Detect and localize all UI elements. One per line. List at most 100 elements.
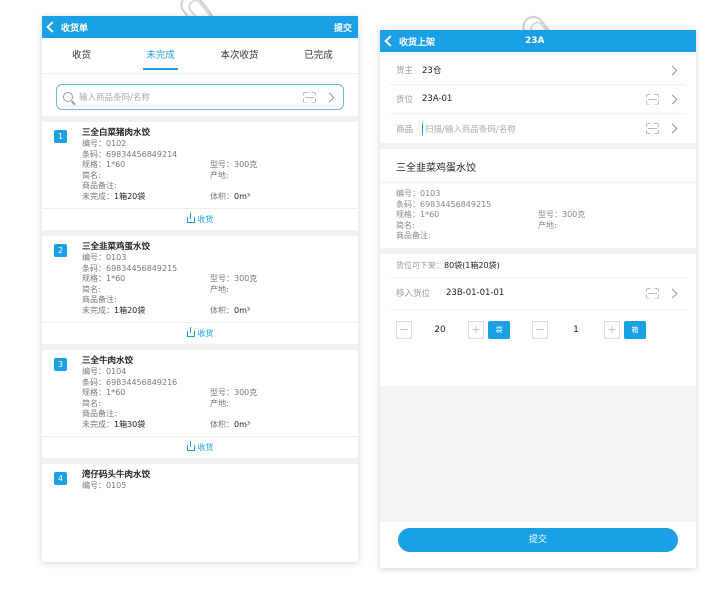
- move-location-label: 移入货位: [396, 289, 431, 299]
- empty-area: [380, 386, 696, 522]
- item-volume-value: 0m³: [234, 419, 251, 429]
- item-short-name: 简名:: [82, 398, 101, 408]
- owner-row[interactable]: 货主 23仓: [390, 56, 686, 85]
- item-barcode: 条码：69834456849215: [82, 263, 178, 273]
- item-name: 湾仔码头牛肉水饺: [82, 470, 151, 480]
- list-item[interactable]: 2 三全韭菜鸡蛋水饺 编号：0103 条码：69834456849215 规格：…: [42, 230, 358, 344]
- item-volume-label: 体积：: [210, 305, 234, 315]
- item-number-badge: 4: [54, 472, 67, 485]
- item-pending-label: 未完成：: [82, 191, 114, 201]
- item-origin: 产地:: [210, 170, 229, 180]
- tab-current-receipt[interactable]: 本次收货: [200, 38, 279, 74]
- back-button[interactable]: 收货单: [46, 21, 89, 34]
- item-volume-value: 0m³: [234, 305, 251, 315]
- bag-quantity-stepper[interactable]: − 20 +: [396, 320, 484, 339]
- item-name: 三全牛肉水饺: [82, 356, 134, 366]
- bag-unit-button[interactable]: 袋: [488, 320, 510, 339]
- header-bar: 收货单 提交: [42, 16, 358, 38]
- increment-button[interactable]: +: [604, 320, 620, 339]
- location-label: 货位: [396, 95, 414, 105]
- product-details: 编号：0103 条码：69834456849215 规格：1*60 型号：300克…: [380, 183, 696, 248]
- back-button[interactable]: 收货上架: [384, 35, 436, 48]
- item-origin: 产地:: [210, 284, 229, 294]
- item-note: 商品备注:: [82, 409, 117, 418]
- page-title: 收货上架: [399, 37, 436, 48]
- product-model: 型号：300克: [538, 210, 586, 219]
- putaway-screen: 收货上架 23A 货主 23仓 货位 23A-01 商品 扫描/输入商品条码/名…: [380, 30, 696, 568]
- item-spec: 规格：1*60: [82, 160, 126, 169]
- box-quantity-value[interactable]: 1: [548, 325, 604, 335]
- scan-icon[interactable]: [646, 94, 659, 105]
- list-item[interactable]: 1 三全白菜猪肉水饺 编号：0102 条码：69834456849214 规格：…: [42, 116, 358, 230]
- upload-icon: [186, 212, 195, 223]
- item-code: 编号：0105: [82, 481, 127, 490]
- chevron-right-icon[interactable]: [667, 288, 678, 298]
- item-barcode: 条码：69834456849216: [82, 377, 178, 387]
- increment-button[interactable]: +: [468, 320, 484, 339]
- item-note: 商品备注:: [82, 295, 117, 304]
- item-name: 三全韭菜鸡蛋水饺: [82, 242, 151, 252]
- receive-label: 收货: [197, 215, 214, 224]
- receipt-list-screen: 收货单 提交 收货 未完成 本次收货 已完成 输入商品条码/名称 1 三全白菜猪…: [42, 16, 358, 562]
- product-note: 商品备注:: [396, 231, 431, 240]
- item-volume-label: 体积：: [210, 419, 234, 429]
- product-title: 三全韭菜鸡蛋水饺: [380, 149, 696, 183]
- owner-label: 货主: [396, 66, 414, 76]
- chevron-right-icon[interactable]: [667, 65, 678, 75]
- box-quantity-stepper[interactable]: − 1 +: [532, 320, 620, 339]
- submit-button[interactable]: 提交: [398, 528, 678, 552]
- product-label: 商品: [396, 124, 414, 135]
- scan-icon[interactable]: [646, 288, 659, 299]
- item-note: 商品备注:: [82, 181, 117, 190]
- chevron-right-icon[interactable]: [667, 123, 678, 134]
- item-model: 型号：300克: [210, 274, 258, 283]
- item-pending-value: 1箱30袋: [114, 419, 146, 429]
- item-spec: 规格：1*60: [82, 274, 126, 283]
- item-model: 型号：300克: [210, 388, 258, 397]
- list-item[interactable]: 4 湾仔码头牛肉水饺 编号：0105: [42, 458, 358, 492]
- chevron-right-icon[interactable]: [324, 92, 335, 102]
- submit-link[interactable]: 提交: [334, 21, 352, 34]
- move-location-value: 23B-01-01-01: [446, 288, 505, 298]
- item-volume-label: 体积：: [210, 191, 234, 201]
- scan-icon[interactable]: [646, 123, 659, 134]
- item-short-name: 简名:: [82, 284, 101, 294]
- available-label: 货位可下架：: [396, 260, 444, 270]
- tab-incomplete[interactable]: 未完成: [121, 38, 200, 74]
- tab-bar: 收货 未完成 本次收货 已完成: [42, 38, 358, 74]
- chevron-right-icon[interactable]: [667, 94, 678, 104]
- product-code: 编号：0103: [396, 189, 441, 198]
- page-title: 收货单: [61, 23, 89, 34]
- search-input[interactable]: 输入商品条码/名称: [56, 84, 344, 110]
- product-search-row[interactable]: 商品 扫描/输入商品条码/名称: [390, 114, 686, 143]
- decrement-button[interactable]: −: [532, 320, 548, 339]
- item-number-badge: 1: [54, 130, 67, 143]
- receive-button[interactable]: 收货: [42, 208, 358, 230]
- location-row[interactable]: 货位 23A-01: [390, 85, 686, 114]
- item-model: 型号：300克: [210, 160, 258, 169]
- search-placeholder: 输入商品条码/名称: [79, 93, 150, 103]
- receive-button[interactable]: 收货: [42, 322, 358, 344]
- tab-completed[interactable]: 已完成: [279, 38, 358, 74]
- tab-receive[interactable]: 收货: [42, 38, 121, 74]
- item-name: 三全白菜猪肉水饺: [82, 128, 151, 138]
- bag-quantity-value[interactable]: 20: [412, 325, 468, 335]
- item-number-badge: 2: [54, 244, 67, 257]
- owner-value: 23仓: [422, 66, 442, 76]
- scan-icon[interactable]: [303, 92, 316, 103]
- decrement-button[interactable]: −: [396, 320, 412, 339]
- list-item[interactable]: 3 三全牛肉水饺 编号：0104 条码：69834456849216 规格：1*…: [42, 344, 358, 458]
- product-search-input[interactable]: 扫描/输入商品条码/名称: [422, 122, 516, 135]
- item-short-name: 简名:: [82, 170, 101, 180]
- header-bar: 收货上架 23A: [380, 30, 696, 52]
- location-value: 23A-01: [422, 94, 453, 104]
- item-code: 编号：0103: [82, 253, 127, 262]
- box-unit-button[interactable]: 箱: [624, 320, 646, 339]
- item-number-badge: 3: [54, 358, 67, 371]
- receive-label: 收货: [197, 443, 214, 452]
- move-location-row[interactable]: 移入货位 23B-01-01-01: [390, 278, 686, 310]
- item-code: 编号：0104: [82, 367, 127, 376]
- item-pending-label: 未完成：: [82, 305, 114, 315]
- receive-button[interactable]: 收货: [42, 436, 358, 458]
- item-pending-value: 1箱20袋: [114, 191, 146, 201]
